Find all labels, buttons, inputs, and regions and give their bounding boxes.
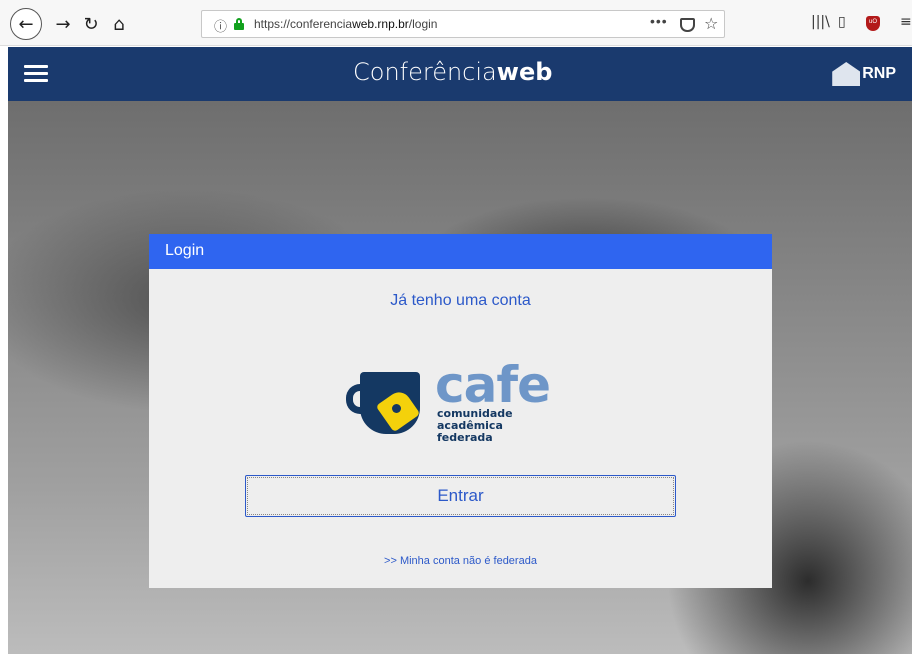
reload-icon: ↻ [83,13,99,35]
address-bar[interactable]: ⓘ https://conferenciaweb.rnp.br/login ••… [201,10,725,38]
arrow-left-icon: ← [18,13,34,35]
hamburger-menu-icon[interactable] [24,65,48,83]
reload-button[interactable]: ↻ [78,11,104,37]
login-title: Login [165,242,205,259]
menu-icon[interactable]: ≡ [900,14,912,30]
non-federated-link[interactable]: >> Minha conta não é federada [149,555,772,567]
back-button[interactable]: ← [10,8,42,40]
browser-toolbar: ← → ↻ ⌂ ⓘ https://conferenciaweb.rnp.br/… [0,0,912,46]
login-card-header: Login [149,234,772,269]
home-button[interactable]: ⌂ [106,11,132,37]
rnp-logo[interactable]: RNP [832,62,896,86]
brand-logo[interactable]: Conferênciaweb [353,58,552,86]
bookmark-star-icon[interactable]: ☆ [704,14,718,33]
app-header: Conferênciaweb RNP [8,47,912,101]
forward-button[interactable]: → [50,11,76,37]
lock-icon[interactable] [234,18,244,30]
info-icon[interactable]: ⓘ [214,16,227,35]
pocket-icon[interactable] [680,18,695,32]
page-actions-button[interactable]: ••• [650,13,668,29]
entrar-button[interactable]: Entrar [245,475,676,517]
ublock-icon[interactable]: uO [866,16,880,31]
library-icon[interactable]: |||\ [811,14,830,30]
arrow-right-icon: → [55,13,71,35]
account-subtitle: Já tenho uma conta [390,292,531,309]
cafe-logo: cafe comunidade acadêmica federada [346,356,556,444]
login-card: Login Já tenho uma conta cafe comunidade… [149,234,772,588]
home-icon: ⌂ [113,13,125,35]
rnp-globe-icon [832,62,861,86]
mug-icon [346,372,426,436]
url-text[interactable]: https://conferenciaweb.rnp.br/login [254,17,437,31]
sidebar-icon[interactable]: ▯ [838,14,846,30]
